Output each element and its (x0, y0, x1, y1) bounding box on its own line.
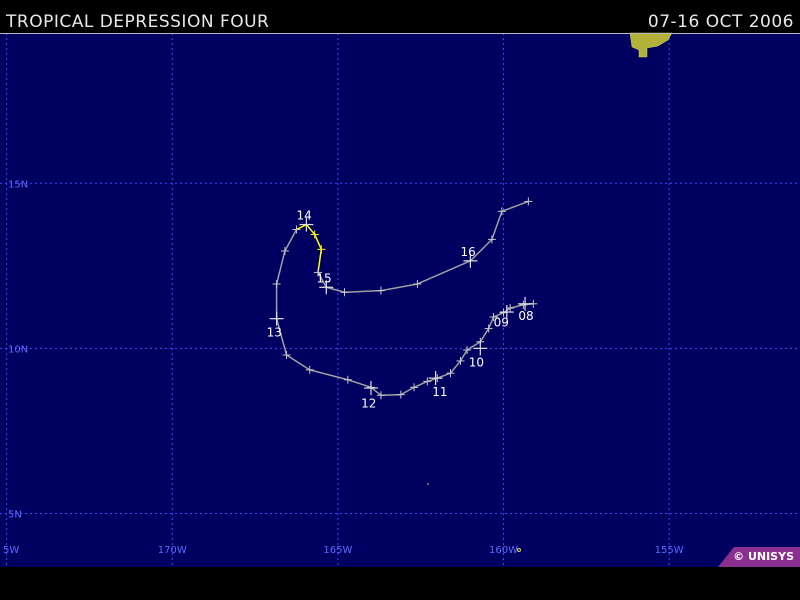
lat-label: 5N (8, 510, 22, 521)
lat-label: 15N (8, 179, 28, 190)
day-label: 09 (494, 316, 509, 330)
small-island (427, 483, 429, 485)
lon-label: 5W (3, 545, 19, 556)
day-label: 11 (432, 385, 447, 399)
lon-label: 165W (323, 545, 352, 556)
lat-label: 10N (8, 344, 28, 355)
ocean-background (0, 33, 800, 567)
lon-label: 155W (655, 545, 684, 556)
day-label: 14 (296, 209, 311, 223)
day-label: 10 (469, 355, 484, 369)
lon-label: 160W (489, 545, 518, 556)
day-label: 15 (316, 271, 331, 285)
day-label: 13 (267, 326, 282, 340)
day-label: 08 (518, 309, 533, 323)
lon-label: 170W (158, 545, 187, 556)
day-label: 16 (460, 245, 475, 259)
day-label: 12 (361, 397, 376, 411)
track-map: 5W 170W 165W 160W 155W 15N 10N 5N 08 09 10 11 12 13 1… (0, 32, 800, 567)
